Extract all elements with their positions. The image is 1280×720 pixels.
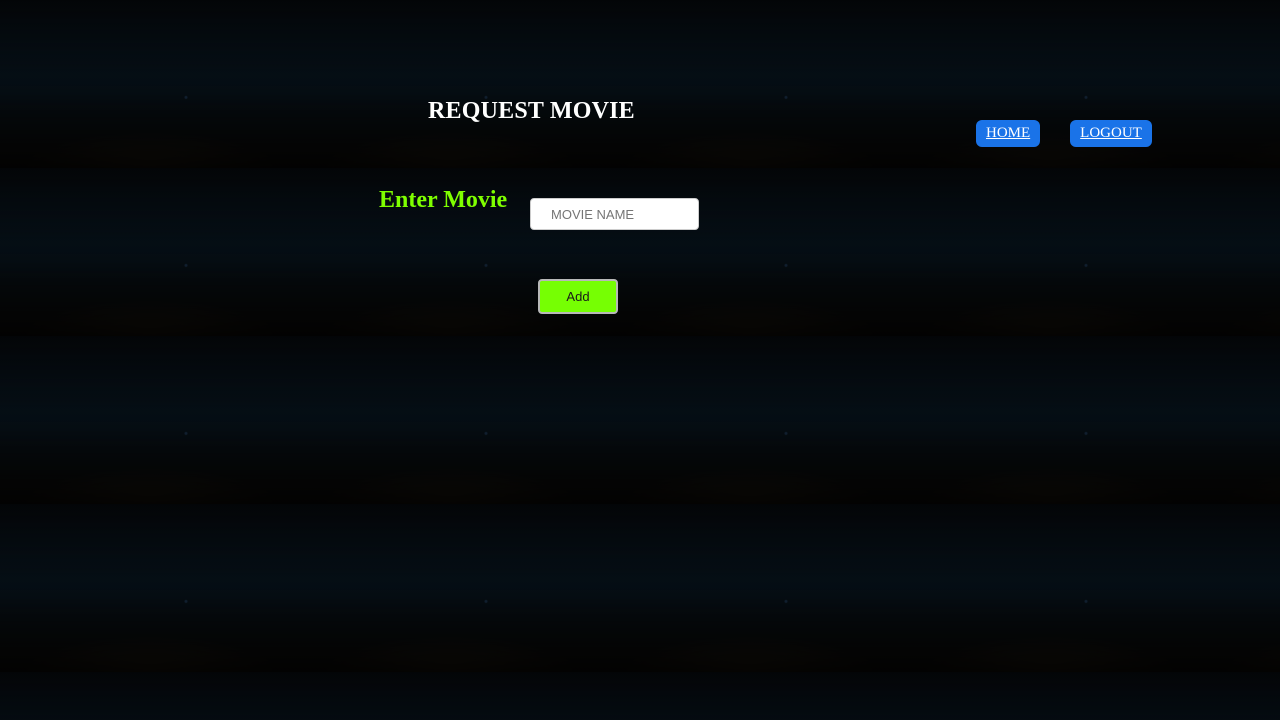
movie-label: Enter Movie: [379, 187, 508, 213]
background-image: [0, 0, 1280, 720]
movie-name-input[interactable]: [530, 198, 699, 230]
home-button[interactable]: HOME: [976, 120, 1040, 147]
logout-button[interactable]: LOGOUT: [1070, 120, 1152, 147]
page-title: REQUEST MOVIE: [428, 98, 635, 124]
add-button[interactable]: Add: [538, 279, 618, 314]
